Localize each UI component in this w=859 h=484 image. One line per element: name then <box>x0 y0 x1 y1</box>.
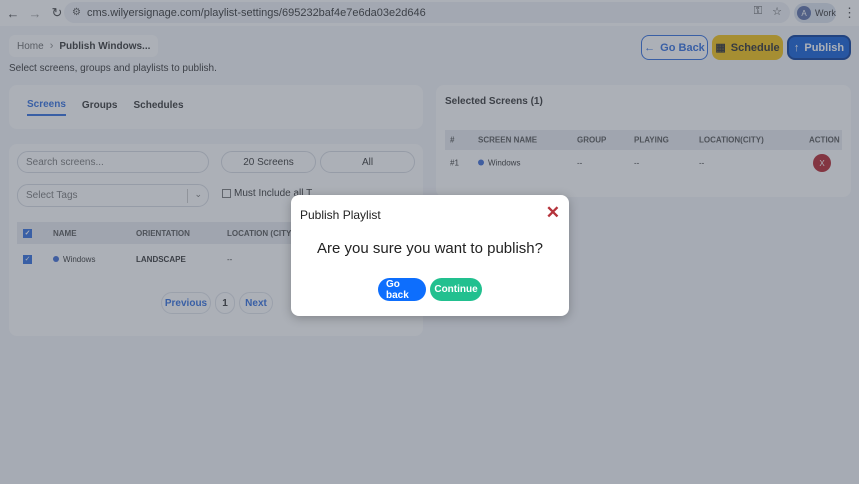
modal-actions: Go back Continue <box>291 278 569 301</box>
close-icon[interactable]: ✕ <box>546 204 560 221</box>
modal-go-back-button[interactable]: Go back <box>378 278 426 301</box>
modal-question: Are you sure you want to publish? <box>317 240 543 257</box>
publish-playlist-modal: Publish Playlist ✕ Are you sure you want… <box>291 195 569 316</box>
modal-title: Publish Playlist <box>300 208 381 222</box>
modal-continue-button[interactable]: Continue <box>430 278 482 301</box>
